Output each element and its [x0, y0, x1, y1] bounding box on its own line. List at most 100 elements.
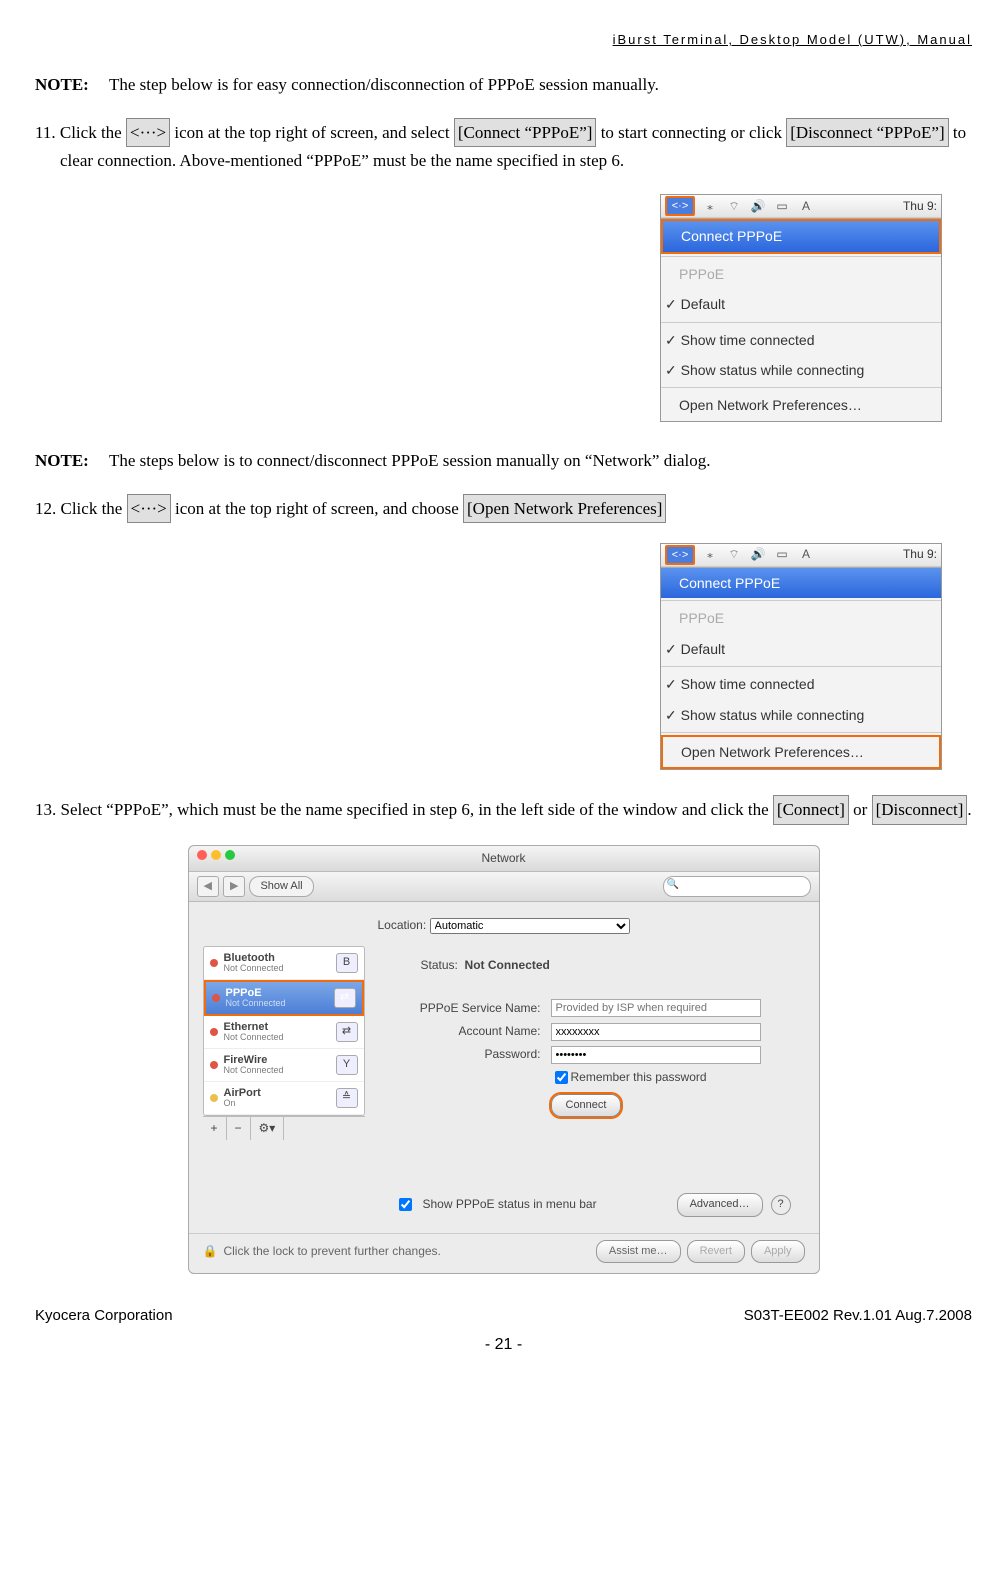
menu-default-label: Default: [681, 641, 725, 657]
connect-pppoe-ref: [Connect “PPPoE”]: [454, 118, 597, 147]
sidebar-item-firewire[interactable]: FireWireNot Connected Y: [204, 1049, 364, 1082]
connect-button[interactable]: Connect: [551, 1094, 622, 1118]
status-row: Status: Not Connected: [381, 946, 805, 995]
input-icon: A: [797, 545, 815, 564]
service-type-icon: ⇄: [336, 1022, 358, 1042]
menubar-top: <·> ⁎ ⌔ 🔊 ▭ A Thu 9:: [661, 195, 941, 218]
menu-show-status[interactable]: Show status while connecting: [661, 700, 941, 730]
menu-default[interactable]: Default: [661, 634, 941, 664]
status-dot-icon: [210, 1061, 218, 1069]
location-row: Location: Automatic: [189, 902, 819, 945]
service-sidebar: BluetoothNot ConnectedBPPPoENot Connecte…: [203, 946, 365, 1116]
note-text: The step below is for easy connection/di…: [109, 75, 659, 94]
pppoe-menubar-icon[interactable]: <·>: [665, 196, 695, 216]
password-input[interactable]: [551, 1046, 761, 1064]
step-text: to start connecting or click: [596, 123, 786, 142]
menubar-dropdown-screenshot-2: <·> ⁎ ⌔ 🔊 ▭ A Thu 9: Connect PPPoE PPPoE…: [660, 543, 942, 770]
step-12: 12. Click the <···> icon at the top righ…: [35, 494, 972, 523]
note-2: NOTE: The steps below is to connect/disc…: [35, 447, 972, 474]
wifi-icon: ⌔: [725, 197, 743, 216]
advanced-button[interactable]: Advanced…: [677, 1193, 763, 1217]
pppoe-menubar-icon[interactable]: <·>: [665, 545, 695, 565]
lock-icon[interactable]: 🔒: [203, 1242, 218, 1261]
service-type-icon: ≙: [336, 1088, 358, 1108]
wifi-icon: ⌔: [725, 545, 743, 564]
password-label: Password:: [381, 1045, 551, 1064]
battery-icon: ▭: [773, 545, 791, 564]
step-text: .: [967, 800, 971, 819]
bluetooth-icon: ⁎: [701, 197, 719, 216]
input-icon: A: [797, 197, 815, 216]
footer-right: S03T-EE002 Rev.1.01 Aug.7.2008: [744, 1304, 972, 1328]
forward-button[interactable]: ▶: [223, 876, 245, 898]
pppoe-service-label: PPPoE Service Name:: [381, 999, 551, 1018]
lock-text: Click the lock to prevent further change…: [223, 1242, 440, 1261]
show-status-label: Show PPPoE status in menu bar: [423, 1195, 597, 1214]
note-label: NOTE:: [35, 71, 105, 98]
menu-pppoe-header: PPPoE: [661, 603, 941, 633]
sidebar-item-airport[interactable]: AirPortOn ≙: [204, 1082, 364, 1115]
menu-open-preferences[interactable]: Open Network Preferences…: [661, 735, 941, 769]
menu-default[interactable]: Default: [661, 289, 941, 319]
pppoe-service-input[interactable]: [551, 999, 761, 1017]
menu-show-time[interactable]: Show time connected: [661, 325, 941, 355]
service-type-icon: Y: [336, 1055, 358, 1075]
sidebar-item-label: PPPoENot Connected: [226, 987, 286, 1009]
sidebar-item-label: FireWireNot Connected: [224, 1054, 284, 1076]
search-input[interactable]: [663, 876, 811, 898]
remember-password-checkbox[interactable]: [555, 1071, 568, 1084]
menu-show-status-label: Show status while connecting: [681, 362, 865, 378]
show-status-checkbox[interactable]: [399, 1198, 412, 1211]
clock-text: Thu 9:: [903, 197, 937, 216]
sidebar-item-label: AirPortOn: [224, 1087, 261, 1109]
step-number: 12.: [35, 499, 56, 518]
add-service-button[interactable]: +: [203, 1117, 227, 1140]
status-label: Status:: [421, 958, 458, 972]
page-footer: Kyocera Corporation S03T-EE002 Rev.1.01 …: [35, 1304, 972, 1328]
menu-show-status[interactable]: Show status while connecting: [661, 355, 941, 385]
step-text: or: [849, 800, 872, 819]
open-network-pref-ref: [Open Network Preferences]: [463, 494, 666, 523]
location-select[interactable]: Automatic: [430, 918, 630, 934]
show-all-button[interactable]: Show All: [249, 876, 313, 898]
status-dot-icon: [210, 959, 218, 967]
status-dot-icon: [210, 1028, 218, 1036]
sidebar-gear-button[interactable]: ⚙▾: [251, 1117, 285, 1140]
traffic-lights[interactable]: [197, 850, 235, 860]
sidebar-item-label: BluetoothNot Connected: [224, 952, 284, 974]
clock-text: Thu 9:: [903, 545, 937, 564]
volume-icon: 🔊: [749, 545, 767, 564]
manual-header: iBurst Terminal, Desktop Model (UTW), Ma…: [35, 30, 972, 51]
menu-show-time[interactable]: Show time connected: [661, 669, 941, 699]
network-preferences-window: Network ◀▶ Show All Location: Automatic …: [188, 845, 820, 1275]
service-type-icon: ⇄: [334, 988, 356, 1008]
bluetooth-icon: ⁎: [701, 545, 719, 564]
status-dot-icon: [210, 1094, 218, 1102]
remove-service-button[interactable]: −: [227, 1117, 251, 1140]
account-input[interactable]: [551, 1023, 761, 1041]
step-13: 13. Select “PPPoE”, which must be the na…: [35, 795, 972, 824]
footer-left: Kyocera Corporation: [35, 1304, 173, 1328]
sidebar-item-bluetooth[interactable]: BluetoothNot ConnectedB: [204, 947, 364, 980]
sidebar-item-label: EthernetNot Connected: [224, 1021, 284, 1043]
battery-icon: ▭: [773, 197, 791, 216]
apply-button[interactable]: Apply: [751, 1240, 805, 1264]
assist-button[interactable]: Assist me…: [596, 1240, 681, 1264]
menu-open-preferences[interactable]: Open Network Preferences…: [661, 390, 941, 420]
help-button[interactable]: ?: [771, 1195, 791, 1215]
step-text: icon at the top right of screen, and cho…: [171, 499, 463, 518]
connect-ref: [Connect]: [773, 795, 849, 824]
sidebar-item-pppoe[interactable]: PPPoENot Connected ⇄: [204, 980, 364, 1016]
page-number: - 21 -: [35, 1332, 972, 1358]
sidebar-item-ethernet[interactable]: EthernetNot Connected ⇄: [204, 1016, 364, 1049]
menu-connect-pppoe[interactable]: Connect PPPoE: [661, 568, 941, 598]
pppoe-icon-ref: <···>: [127, 494, 171, 523]
revert-button[interactable]: Revert: [687, 1240, 745, 1264]
back-button[interactable]: ◀: [197, 876, 219, 898]
sidebar-footer: + − ⚙▾: [203, 1116, 365, 1140]
step-text: Click the: [60, 123, 126, 142]
status-value: Not Connected: [465, 958, 550, 972]
pppoe-icon-ref: <···>: [126, 118, 170, 147]
menu-connect-pppoe[interactable]: Connect PPPoE: [661, 219, 941, 253]
menu-show-status-label: Show status while connecting: [681, 707, 865, 723]
